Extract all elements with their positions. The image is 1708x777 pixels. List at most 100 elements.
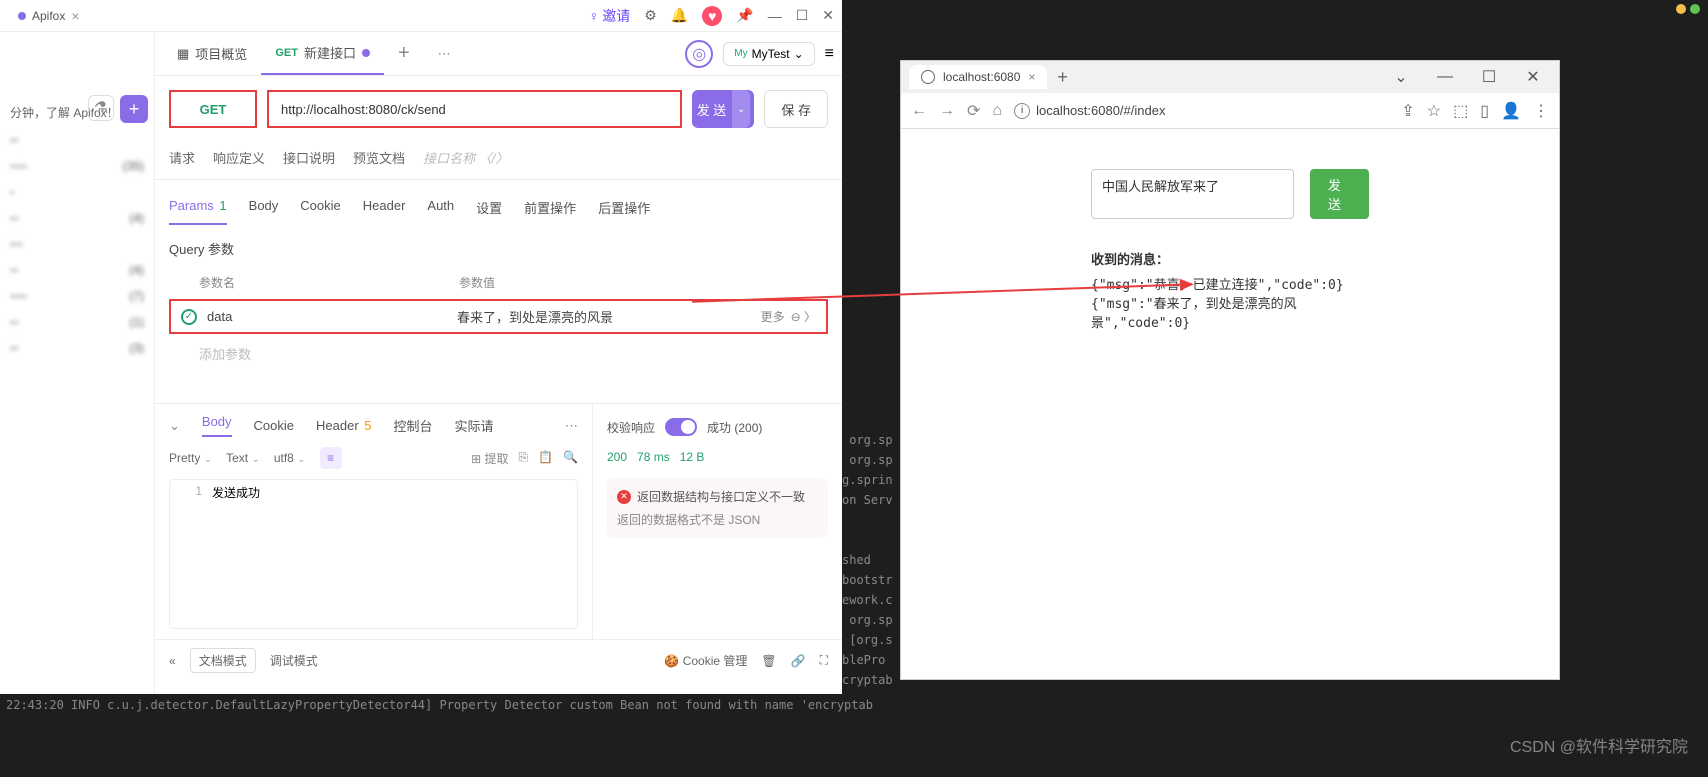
minimize-icon[interactable]: — xyxy=(768,8,782,24)
tabs-row: ▦ 项目概览 GET 新建接口 + ⋯ ◎ My MyTest ⌄ xyxy=(155,32,842,76)
send-button[interactable]: 发 送 ⌄ xyxy=(692,90,754,128)
back-icon[interactable]: ← xyxy=(911,102,927,120)
star-icon[interactable]: ☆ xyxy=(1427,101,1441,121)
url-display[interactable]: i localhost:6080/#/index xyxy=(1014,103,1389,119)
subtab-preview[interactable]: 预览文档 xyxy=(353,142,405,173)
extract-button[interactable]: ⊞ 提取 xyxy=(471,450,508,467)
profile-icon[interactable]: 👤 xyxy=(1501,101,1521,121)
minimize-icon[interactable]: — xyxy=(1425,63,1465,91)
format-utf8[interactable]: utf8 ⌄ xyxy=(274,451,306,465)
success-label: 成功 (200) xyxy=(707,419,762,436)
subtab-request[interactable]: 请求 xyxy=(169,142,195,173)
param-tab-header[interactable]: Header xyxy=(363,190,406,225)
heart-icon[interactable]: ♥ xyxy=(702,6,722,26)
param-tab-body[interactable]: Body xyxy=(249,190,279,225)
chevron-down-icon[interactable]: ⌄ xyxy=(169,418,180,434)
filter-icon[interactable]: ⚗ xyxy=(88,95,114,121)
tab-more[interactable]: ⋯ xyxy=(424,32,465,75)
cookie-mgmt-button[interactable]: 🍪 Cookie 管理 xyxy=(664,652,747,669)
sidebar-item[interactable]: ▫▫(4) xyxy=(0,257,154,283)
sidebar-item[interactable]: ▫▫▫ xyxy=(0,231,154,257)
extension-icon[interactable]: ⬚ xyxy=(1453,101,1468,121)
subtab-response-def[interactable]: 响应定义 xyxy=(213,142,265,173)
method-selector[interactable]: GET xyxy=(169,90,257,128)
reload-icon[interactable]: ⟳ xyxy=(967,101,980,121)
response-body[interactable]: 1发送成功 xyxy=(169,479,578,629)
tab-add[interactable]: + xyxy=(384,32,424,75)
param-more[interactable]: 更多 ⊖ 〉 xyxy=(761,308,816,325)
sidebar-item[interactable]: ▫ xyxy=(0,179,154,205)
param-name-input[interactable]: data xyxy=(207,309,457,324)
clipboard-icon[interactable]: 📋 xyxy=(538,450,553,467)
new-tab-button[interactable]: + xyxy=(1057,67,1068,88)
run-icon[interactable]: ◎ xyxy=(685,40,713,68)
sidebar-item[interactable]: ▫▫(1) xyxy=(0,309,154,335)
param-tab-post[interactable]: 后置操作 xyxy=(598,190,650,225)
param-tab-params[interactable]: Params 1 xyxy=(169,190,227,225)
param-tab-pre[interactable]: 前置操作 xyxy=(524,190,576,225)
pin-icon[interactable]: 📌 xyxy=(736,7,753,24)
close-window-icon[interactable]: ✕ xyxy=(1513,63,1553,91)
browser-send-button[interactable]: 发送 xyxy=(1310,169,1369,219)
message-input[interactable]: 中国人民解放军来了 xyxy=(1091,169,1294,219)
resp-tab-actual[interactable]: 实际请 xyxy=(455,416,494,435)
more-icon[interactable]: ⋯ xyxy=(565,418,578,434)
macos-dots xyxy=(1676,4,1700,14)
subtab-api-desc[interactable]: 接口说明 xyxy=(283,142,335,173)
url-input[interactable]: http://localhost:8080/ck/send xyxy=(267,90,682,128)
tab-new-api[interactable]: GET 新建接口 xyxy=(261,32,384,75)
forward-icon[interactable]: → xyxy=(939,102,955,120)
browser-tab[interactable]: localhost:6080 × xyxy=(909,65,1047,89)
menu-icon[interactable]: ≡ xyxy=(825,45,834,63)
api-name-placeholder[interactable]: 接口名称 〈/〉 xyxy=(423,142,508,173)
param-value-input[interactable]: 春来了，到处是漂亮的风景 xyxy=(457,307,761,326)
info-icon[interactable]: i xyxy=(1014,103,1030,119)
sidebar-item[interactable]: ▫▫(4) xyxy=(0,205,154,231)
link-icon[interactable]: 🔗 xyxy=(791,654,806,668)
resp-tab-body[interactable]: Body xyxy=(202,414,232,437)
bell-icon[interactable]: 🔔 xyxy=(671,7,688,24)
doc-mode-button[interactable]: 文档模式 xyxy=(190,648,256,673)
sidebar-item[interactable]: ▫▫▫▫(7) xyxy=(0,283,154,309)
save-button[interactable]: 保 存 xyxy=(764,90,828,128)
share-icon[interactable]: ⇪ xyxy=(1401,101,1414,121)
trash-icon[interactable]: 🗑 xyxy=(761,654,776,668)
chevron-down-icon[interactable]: ⌄ xyxy=(1381,63,1421,91)
tab-project-overview[interactable]: ▦ 项目概览 xyxy=(163,32,261,75)
sidebar-item[interactable]: ▫▫(3) xyxy=(0,335,154,361)
format-text[interactable]: Text ⌄ xyxy=(226,451,260,465)
maximize-icon[interactable]: ☐ xyxy=(1469,63,1509,91)
resp-tab-header[interactable]: Header 5 xyxy=(316,418,372,433)
close-tab-icon[interactable]: × xyxy=(1028,70,1035,84)
environment-selector[interactable]: My MyTest ⌄ xyxy=(723,42,814,66)
chevron-down-icon[interactable]: ⌄ xyxy=(732,90,750,128)
sidebar-item[interactable]: ▫▫▫▫(35) xyxy=(0,153,154,179)
debug-mode-button[interactable]: 调试模式 xyxy=(270,652,318,669)
search-icon[interactable]: 🔍 xyxy=(563,450,578,467)
expand-icon[interactable]: ⛶ xyxy=(820,653,828,668)
resp-tab-console[interactable]: 控制台 xyxy=(394,416,433,435)
gear-icon[interactable]: ⚙ xyxy=(644,7,657,24)
format-pretty[interactable]: Pretty ⌄ xyxy=(169,451,212,465)
wrap-icon[interactable]: ≡ xyxy=(320,447,342,469)
validate-toggle[interactable] xyxy=(665,418,697,436)
close-window-icon[interactable]: ✕ xyxy=(822,7,834,24)
close-tab-icon[interactable]: × xyxy=(71,8,79,24)
add-param-row[interactable]: 添加参数 xyxy=(169,334,828,373)
sidebar-item[interactable]: ▫▫ xyxy=(0,127,154,153)
param-tab-cookie[interactable]: Cookie xyxy=(300,190,340,225)
home-icon[interactable]: ⌂ xyxy=(992,102,1002,120)
menu-icon[interactable]: ⋮ xyxy=(1533,101,1549,121)
param-row[interactable]: ✓ data 春来了，到处是漂亮的风景 更多 ⊖ 〉 xyxy=(169,299,828,334)
param-tab-auth[interactable]: Auth xyxy=(427,190,454,225)
copy-icon[interactable]: ⎘ xyxy=(518,450,528,467)
maximize-icon[interactable]: ☐ xyxy=(796,7,809,24)
add-button[interactable]: + xyxy=(120,95,148,123)
invite-button[interactable]: ♀ 邀请 xyxy=(589,6,631,26)
param-tab-settings[interactable]: 设置 xyxy=(476,190,502,225)
check-icon[interactable]: ✓ xyxy=(181,309,197,325)
app-tab[interactable]: Apifox × xyxy=(8,4,90,28)
reader-icon[interactable]: ▯ xyxy=(1480,101,1489,121)
resp-tab-cookie[interactable]: Cookie xyxy=(254,418,294,433)
collapse-icon[interactable]: « xyxy=(169,654,176,668)
